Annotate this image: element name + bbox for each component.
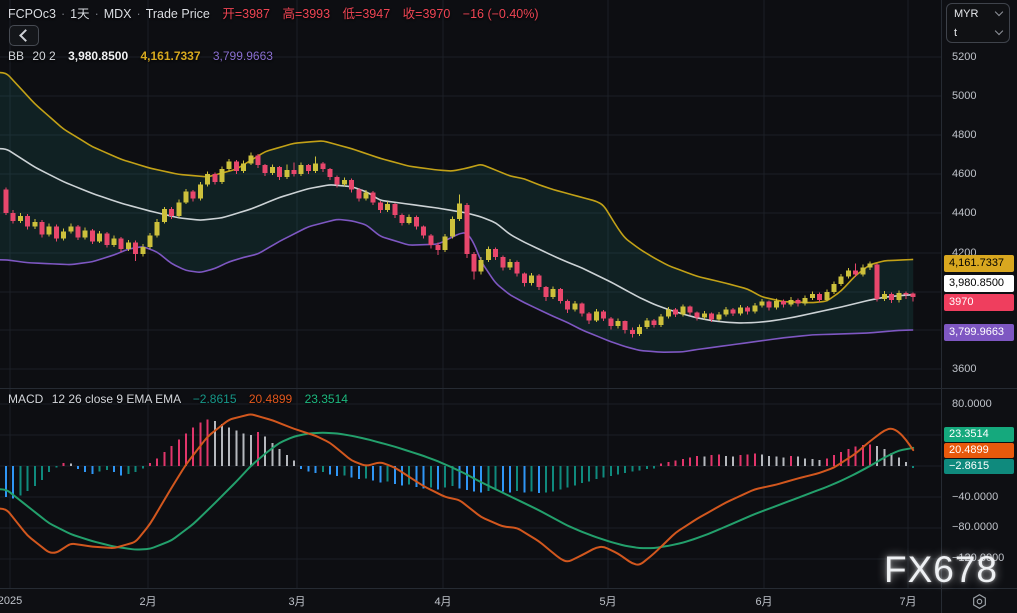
currency-label: MYR: [954, 8, 978, 20]
currency-unit-selector: MYR t: [946, 3, 1010, 43]
low-value: 低=3947: [343, 7, 391, 21]
time-tick-label: 3月: [288, 593, 305, 609]
bb-mid-badge: 3,980.8500: [944, 275, 1014, 292]
series-type-label: Trade Price: [146, 7, 210, 21]
chart-canvas[interactable]: [0, 0, 941, 588]
bb-mid-value: 3,980.8500: [68, 49, 128, 63]
bb-lower-badge: 3,799.9663: [944, 324, 1014, 341]
macd-signal-badge: 23.3514: [944, 427, 1014, 442]
separator-dot: ·: [95, 7, 99, 21]
back-button[interactable]: [9, 25, 39, 46]
axis-corner: [941, 588, 1017, 613]
axis-tick-label: 4600: [952, 168, 976, 180]
macd-hist-badge: −2.8615: [944, 459, 1014, 474]
macd-title: MACD: [8, 392, 43, 406]
bb-title: BB: [8, 49, 24, 63]
axis-tick-label: 5000: [952, 90, 976, 102]
axis-tick-label: 3600: [952, 363, 976, 375]
axis-tick-label: −40.0000: [952, 491, 998, 503]
axis-settings-icon[interactable]: [971, 593, 988, 610]
axis-tick-label: −80.0000: [952, 521, 998, 533]
chevron-down-icon: [995, 8, 1003, 16]
axis-tick-label: 4800: [952, 129, 976, 141]
exchange-label: MDX: [104, 7, 132, 21]
time-tick-label: 7月: [899, 593, 916, 609]
separator-dot: ·: [61, 7, 65, 21]
open-value: 开=3987: [222, 7, 270, 21]
time-tick-label: 2025: [0, 595, 22, 607]
chevron-down-icon: [995, 27, 1003, 35]
bollinger-bands: [0, 73, 913, 353]
time-tick-label: 5月: [599, 593, 616, 609]
last-price-badge: 3970: [944, 294, 1014, 311]
macd-signal-value: 23.3514: [305, 392, 348, 406]
high-value: 高=3993: [282, 7, 330, 21]
separator-dot: ·: [137, 7, 141, 21]
time-tick-label: 2月: [139, 593, 156, 609]
close-value: 收=3970: [403, 7, 451, 21]
interval-label: 1天: [70, 7, 89, 21]
macd-line-badge: 20.4899: [944, 443, 1014, 458]
bb-indicator-legend: BB 20 2 3,980.8500 4,161.7337 3,799.9663: [8, 49, 273, 63]
bb-upper-badge: 4,161.7337: [944, 255, 1014, 272]
macd-params: 12 26 close 9 EMA EMA: [52, 392, 181, 406]
time-tick-label: 6月: [755, 593, 772, 609]
bb-lower-value: 3,799.9663: [213, 49, 273, 63]
price-axis[interactable]: MYR t 520050004800460044004200360080.000…: [941, 0, 1017, 588]
pane-divider[interactable]: [0, 388, 1017, 389]
macd-hist-value: −2.8615: [193, 392, 237, 406]
symbol-legend: FCPOc3·1天·MDX·Trade Price 开=3987 高=3993 …: [8, 3, 539, 22]
axis-tick-label: 80.0000: [952, 398, 992, 410]
macd-line-value: 20.4899: [249, 392, 292, 406]
bb-upper-value: 4,161.7337: [140, 49, 200, 63]
chevron-left-icon: [19, 29, 32, 42]
symbol-name: FCPOc3: [8, 7, 56, 21]
unit-dropdown[interactable]: t: [947, 23, 1009, 42]
bb-params: 20 2: [32, 49, 55, 63]
currency-dropdown[interactable]: MYR: [947, 4, 1009, 23]
trading-chart-window: FCPOc3·1天·MDX·Trade Price 开=3987 高=3993 …: [0, 0, 1017, 613]
macd-lines: [0, 415, 913, 565]
axis-tick-label: 5200: [952, 51, 976, 63]
macd-indicator-legend: MACD 12 26 close 9 EMA EMA −2.8615 20.48…: [8, 392, 348, 406]
change-value: −16 (−0.40%): [463, 7, 539, 21]
time-axis[interactable]: 2025 2月 3月 4月 5月 6月 7月: [0, 588, 941, 613]
axis-tick-label: −120.0000: [952, 552, 1004, 564]
axis-tick-label: 4400: [952, 207, 976, 219]
unit-label: t: [954, 27, 957, 39]
time-tick-label: 4月: [434, 593, 451, 609]
macd-histogram: [5, 420, 914, 499]
gridlines: [0, 0, 941, 588]
